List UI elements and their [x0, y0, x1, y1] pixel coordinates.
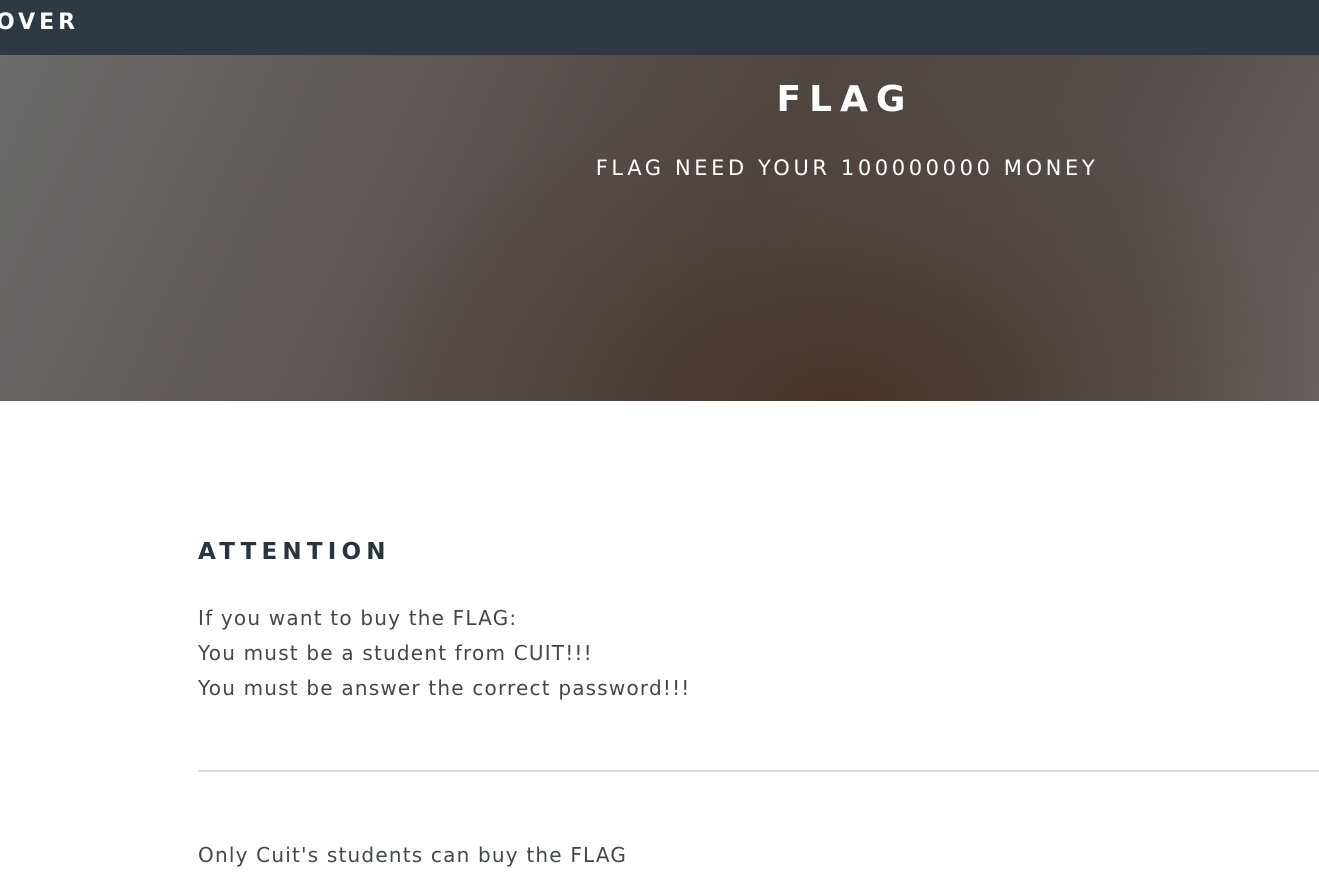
section-divider: [198, 770, 1319, 772]
top-navbar: OVER: [0, 0, 1319, 55]
attention-line: You must be a student from CUIT!!!: [198, 641, 593, 665]
hero-subtitle: FLAG NEED YOUR 100000000 MONEY: [595, 156, 1099, 180]
attention-heading: ATTENTION: [198, 539, 391, 565]
hero-title: FLAG: [776, 79, 914, 120]
brand-link[interactable]: OVER: [0, 10, 79, 36]
hero-header: FLAG FLAG NEED YOUR 100000000 MONEY: [0, 55, 1319, 401]
attention-line: If you want to buy the FLAG:: [198, 606, 518, 630]
students-note: Only Cuit's students can buy the FLAG: [198, 843, 628, 867]
attention-text: If you want to buy the FLAG: You must be…: [198, 601, 691, 706]
attention-line: You must be answer the correct password!…: [198, 676, 691, 700]
